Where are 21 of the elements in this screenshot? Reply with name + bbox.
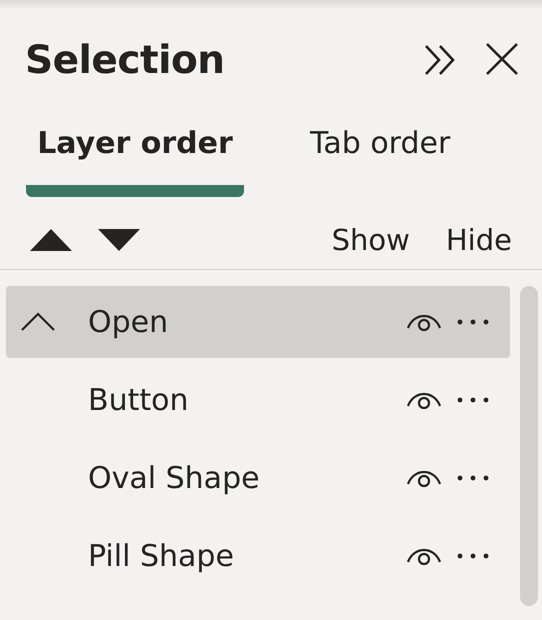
move-down-icon[interactable] <box>98 229 140 251</box>
layer-name: Open <box>88 304 170 340</box>
layer-row[interactable]: Pill Shape <box>6 520 510 592</box>
layer-name: Oval Shape <box>88 460 261 496</box>
layer-row[interactable]: Open <box>6 286 510 358</box>
tab[interactable]: Layer order <box>26 126 244 197</box>
layer-row[interactable]: Oval Shape <box>6 442 510 514</box>
chevron-up-icon[interactable] <box>20 312 56 332</box>
layer-row[interactable]: Button <box>6 364 510 436</box>
scrollbar[interactable] <box>520 286 538 606</box>
move-up-icon[interactable] <box>30 229 72 251</box>
more-icon[interactable] <box>456 474 490 482</box>
more-icon[interactable] <box>456 396 490 404</box>
layer-name: Pill Shape <box>88 538 235 574</box>
panel-title: Selection <box>25 38 225 82</box>
more-icon[interactable] <box>456 318 490 326</box>
action-button[interactable]: Hide <box>446 223 512 257</box>
more-icon[interactable] <box>456 552 490 560</box>
tab[interactable]: Tab order <box>310 126 450 197</box>
layer-name: Button <box>88 382 190 418</box>
action-button[interactable]: Show <box>332 223 410 257</box>
